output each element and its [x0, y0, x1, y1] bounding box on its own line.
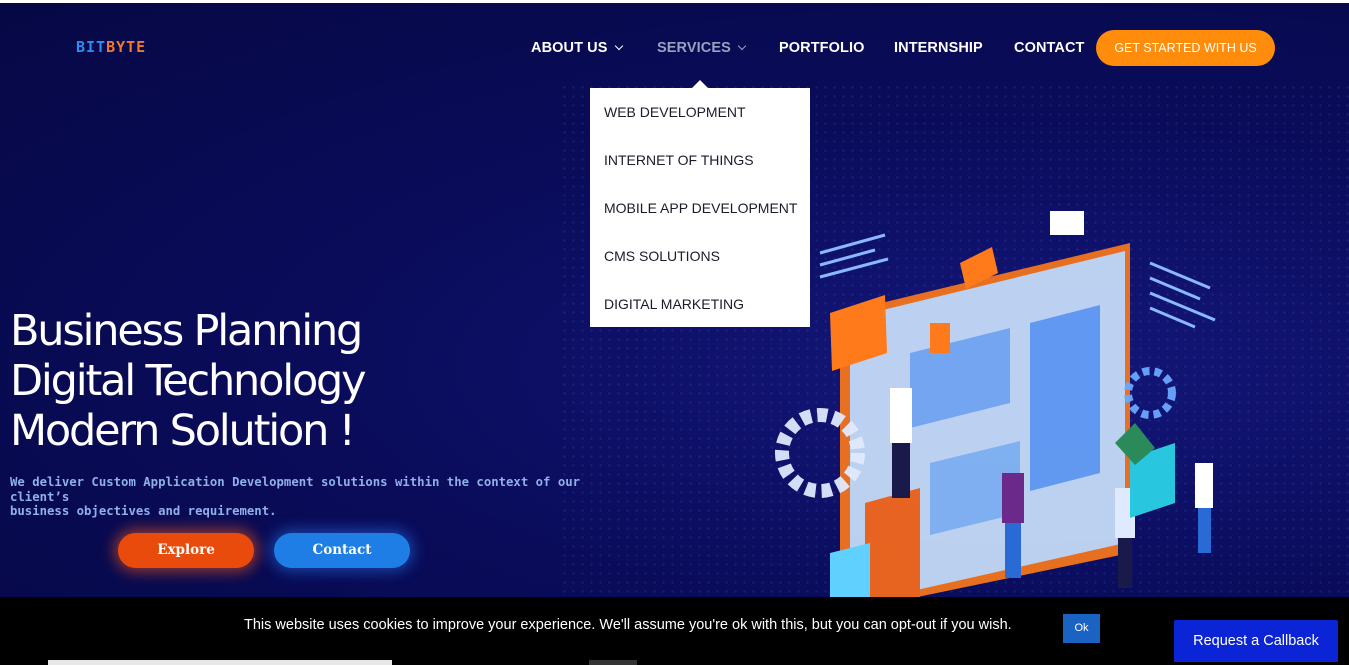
- mail-icon: [1050, 211, 1084, 235]
- cookie-consent-bar: This website uses cookies to improve you…: [0, 597, 1349, 665]
- nav-label: ABOUT US: [531, 40, 608, 56]
- nav-item-internship[interactable]: INTERNSHIP: [894, 30, 983, 66]
- menu-item-digital-marketing[interactable]: DIGITAL MARKETING: [604, 296, 744, 312]
- explore-button[interactable]: Explore: [118, 533, 254, 568]
- get-started-button[interactable]: GET STARTED WITH US: [1096, 30, 1275, 66]
- hero-subtext: We deliver Custom Application Developmen…: [10, 475, 610, 519]
- partial-content-strip: [48, 660, 392, 665]
- headline-line-2: Digital Technology: [10, 356, 367, 406]
- nav-item-contact[interactable]: CONTACT: [1014, 30, 1085, 66]
- nav-item-portfolio[interactable]: PORTFOLIO: [779, 30, 864, 66]
- menu-item-mobile-app-development[interactable]: MOBILE APP DEVELOPMENT: [604, 200, 797, 216]
- nav-label: SERVICES: [657, 40, 731, 56]
- nav-item-about-us[interactable]: ABOUT US: [531, 30, 623, 66]
- bar-block: [865, 488, 920, 613]
- contact-button[interactable]: Contact: [274, 533, 410, 568]
- code-line: [1149, 291, 1216, 322]
- hero-subtext-line-1: We deliver Custom Application Developmen…: [10, 475, 581, 504]
- headline-line-3: Modern Solution !: [10, 406, 356, 456]
- code-line: [819, 233, 886, 255]
- menu-item-internet-of-things[interactable]: INTERNET OF THINGS: [604, 152, 754, 168]
- gear-icon-small: [1124, 367, 1176, 419]
- code-line: [1149, 261, 1211, 290]
- headline-line-1: Business Planning: [10, 306, 363, 356]
- logo[interactable]: BITBYTE: [76, 38, 146, 56]
- request-callback-button[interactable]: Request a Callback: [1174, 620, 1338, 662]
- cookie-ok-button[interactable]: Ok: [1063, 614, 1100, 643]
- chevron-down-icon: [737, 41, 747, 51]
- menu-item-cms-solutions[interactable]: CMS SOLUTIONS: [604, 248, 720, 264]
- cookie-message: This website uses cookies to improve you…: [244, 617, 1012, 633]
- logo-part-byte: BYTE: [106, 38, 147, 56]
- partial-content-strip-dark: [589, 660, 637, 665]
- logo-part-bit: BIT: [76, 38, 107, 56]
- code-line: [1149, 306, 1196, 329]
- panel-2: [1030, 305, 1100, 491]
- hero-headline: Business Planning Digital Technology Mod…: [10, 306, 367, 456]
- chevron-down-icon: [614, 41, 623, 51]
- page: BITBYTE ABOUT US SERVICES PORTFOLIO INTE…: [0, 0, 1349, 665]
- isometric-web-team-illustration: [775, 211, 1216, 613]
- services-dropdown-menu: WEB DEVELOPMENT INTERNET OF THINGS MOBIL…: [590, 80, 810, 327]
- hero-subtext-line-2: business objectives and requirement.: [10, 504, 277, 518]
- nav-item-services[interactable]: SERVICES: [657, 30, 747, 66]
- menu-item-web-development[interactable]: WEB DEVELOPMENT: [604, 104, 746, 120]
